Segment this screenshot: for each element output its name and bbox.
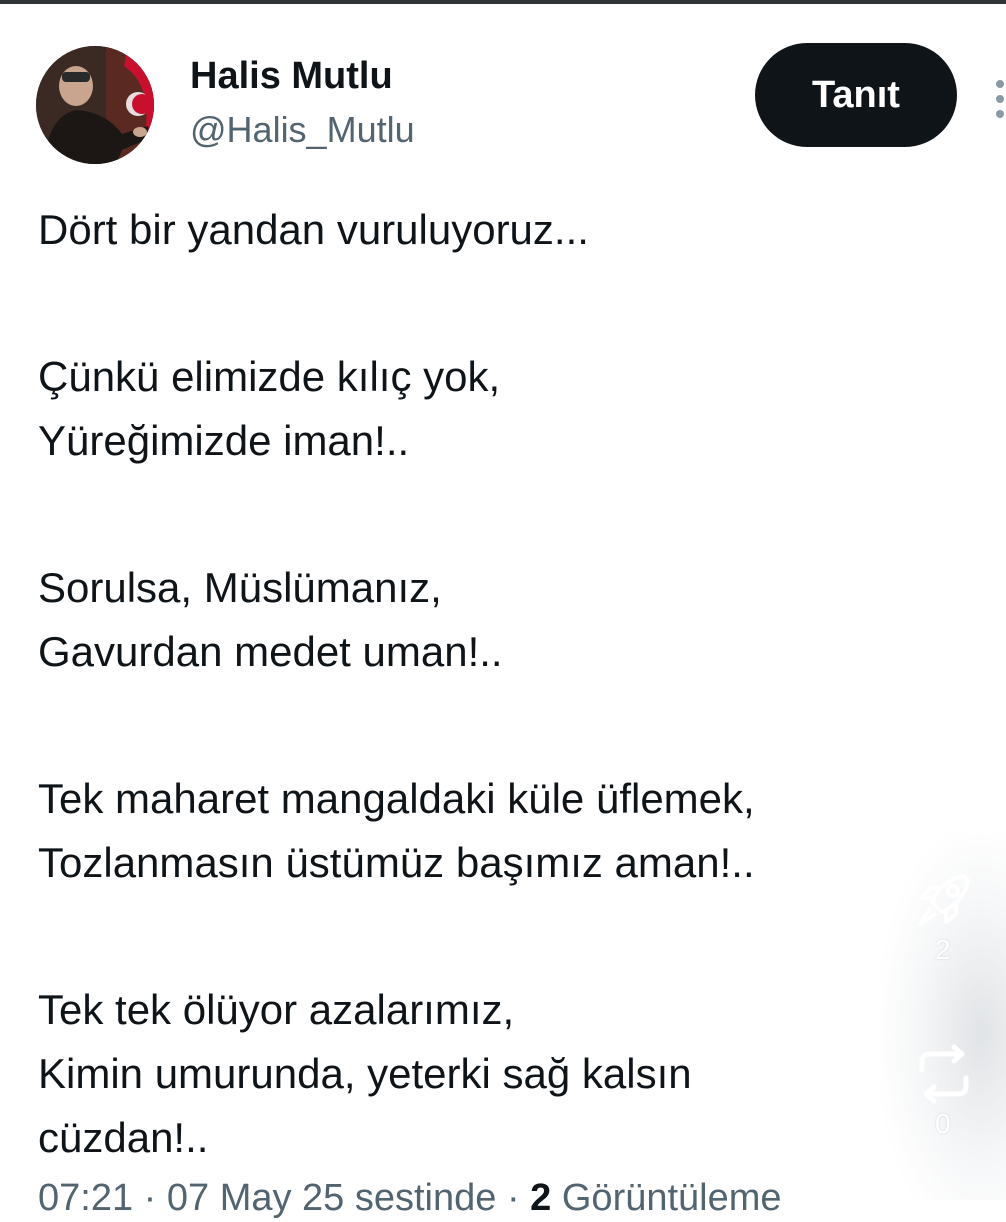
avatar[interactable]	[36, 46, 154, 164]
tweet-line: Sorulsa, Müslümanız,	[38, 564, 442, 611]
repost-count: 0	[935, 1108, 951, 1139]
tweet-line: Tozlanmasın üstümüz başımız aman!..	[38, 839, 755, 886]
rocket-icon[interactable]	[912, 868, 976, 932]
follow-button[interactable]: Tanıt	[755, 43, 957, 147]
tweet-line: Dört bir yandan vuruluyoruz...	[38, 206, 589, 253]
tweet-line: Yüreğimizde iman!..	[38, 417, 410, 464]
tweet-text: Dört bir yandan vuruluyoruz... Çünkü eli…	[38, 198, 978, 1170]
avatar-image	[36, 46, 154, 164]
views-count: 2	[530, 1177, 552, 1219]
author-handle[interactable]: @Halis_Mutlu	[190, 106, 415, 154]
tweet-line: Çünkü elimizde kılıç yok,	[38, 353, 501, 400]
rocket-count: 2	[935, 934, 951, 965]
tweet-metadata: 07:21 · 07 May 25 sestinde · 2 Görüntüle…	[38, 1174, 782, 1222]
tweet-line: Tek tek ölüyor azalarımız,	[38, 986, 515, 1033]
author-name[interactable]: Halis Mutlu	[190, 52, 393, 100]
more-options-icon[interactable]	[996, 80, 1006, 130]
tweet-line: Gavurdan medet uman!..	[38, 628, 503, 675]
tweet-page: Halis Mutlu @Halis_Mutlu Tanıt Dört bir …	[0, 0, 1006, 1219]
tweet-line: Tek maharet mangaldaki küle üflemek,	[38, 775, 755, 822]
views-label: Görüntüleme	[561, 1177, 782, 1219]
tweet-line: Kimin umurunda, yeterki sağ kalsın	[38, 1050, 692, 1097]
repost-icon[interactable]	[910, 1044, 978, 1104]
top-divider	[0, 0, 1006, 4]
tweet-timestamp[interactable]: 07:21 · 07 May 25 sestinde ·	[38, 1177, 520, 1219]
tweet-line: cüzdan!..	[38, 1114, 209, 1161]
